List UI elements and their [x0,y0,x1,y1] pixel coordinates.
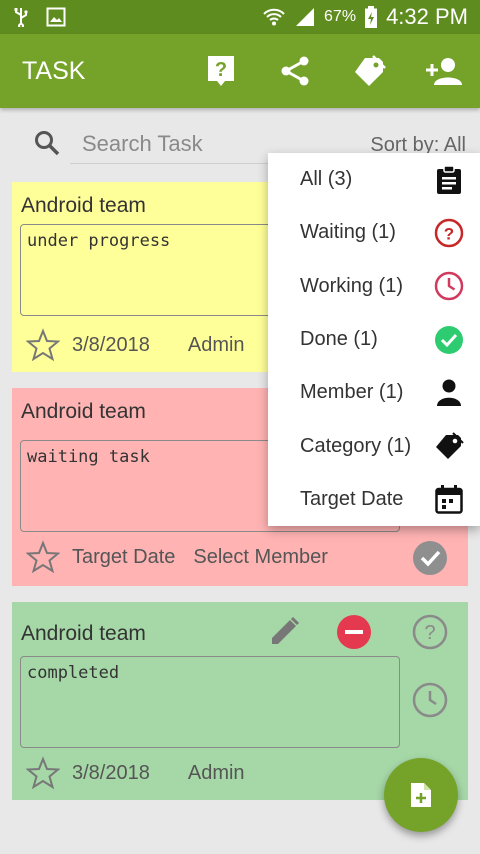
menu-item-category[interactable]: Category (1) [268,419,480,472]
app-bar: TASK ? [0,34,480,108]
menu-item-label: Target Date [300,487,404,510]
task-member[interactable]: Admin [188,762,245,785]
help-button[interactable]: ? [184,34,258,108]
menu-item-label: All (3) [300,168,353,191]
clock-icon [434,271,464,301]
add-task-button[interactable] [384,758,458,832]
tag-icon [434,431,464,461]
add-note-icon [411,783,431,807]
task-footer: Target Date Select Member [26,540,328,574]
svg-text:?: ? [215,59,227,81]
star-icon[interactable] [26,328,60,362]
menu-item-label: Member (1) [300,381,404,404]
menu-item-label: Working (1) [300,274,403,297]
menu-item-all[interactable]: All (3) [268,153,480,206]
signal-icon [296,8,315,26]
person-add-icon [426,58,462,85]
question-circle-icon: ? [434,218,464,248]
task-team-name: Android team [21,622,146,645]
svg-text:?: ? [444,224,454,243]
wifi-icon [263,8,285,26]
waiting-status-icon[interactable]: ? [412,614,448,650]
done-status-icon[interactable] [412,540,448,576]
menu-item-label: Waiting (1) [300,221,396,244]
svg-text:?: ? [424,622,435,644]
calendar-icon [434,484,464,515]
share-icon [281,56,309,86]
delete-icon[interactable] [336,614,372,650]
task-footer: 3/8/2018 Admin [26,328,245,362]
person-icon [434,378,464,408]
task-team-name: Android team [21,194,146,217]
menu-item-target-date[interactable]: Target Date [268,473,480,526]
menu-item-done[interactable]: Done (1) [268,313,480,366]
battery-percent: 67% [324,8,357,25]
share-button[interactable] [258,34,332,108]
edit-icon[interactable] [266,614,302,650]
check-circle-icon [434,325,464,355]
menu-item-label: Done (1) [300,328,378,351]
status-bar: 67% 4:32 PM [0,0,480,34]
gallery-icon [46,7,66,27]
task-team-name: Android team [21,400,146,423]
help-icon: ? [208,56,234,86]
menu-item-label: Category (1) [300,434,412,457]
task-date[interactable]: 3/8/2018 [72,762,150,785]
task-footer: 3/8/2018 Admin [26,756,245,790]
task-select-member[interactable]: Select Member [193,546,328,569]
clipboard-icon [434,164,464,195]
tags-icon [355,55,386,86]
search-icon [35,131,60,156]
star-icon[interactable] [26,540,60,574]
usb-icon [14,8,28,27]
task-note[interactable]: completed [20,656,400,748]
battery-icon [365,6,378,28]
page-title: TASK [22,56,86,85]
tags-button[interactable] [332,34,406,108]
add-member-button[interactable] [406,34,480,108]
menu-item-member[interactable]: Member (1) [268,366,480,419]
task-date[interactable]: 3/8/2018 [72,334,150,357]
clock-time: 4:32 PM [386,4,468,29]
menu-item-working[interactable]: Working (1) [268,260,480,313]
working-status-icon[interactable] [412,682,448,718]
star-icon[interactable] [26,756,60,790]
sort-menu: All (3) Waiting (1) ? Working (1) Done (… [268,153,480,526]
task-member[interactable]: Admin [188,334,245,357]
menu-item-waiting[interactable]: Waiting (1) ? [268,206,480,259]
task-target-date[interactable]: Target Date [72,546,175,569]
